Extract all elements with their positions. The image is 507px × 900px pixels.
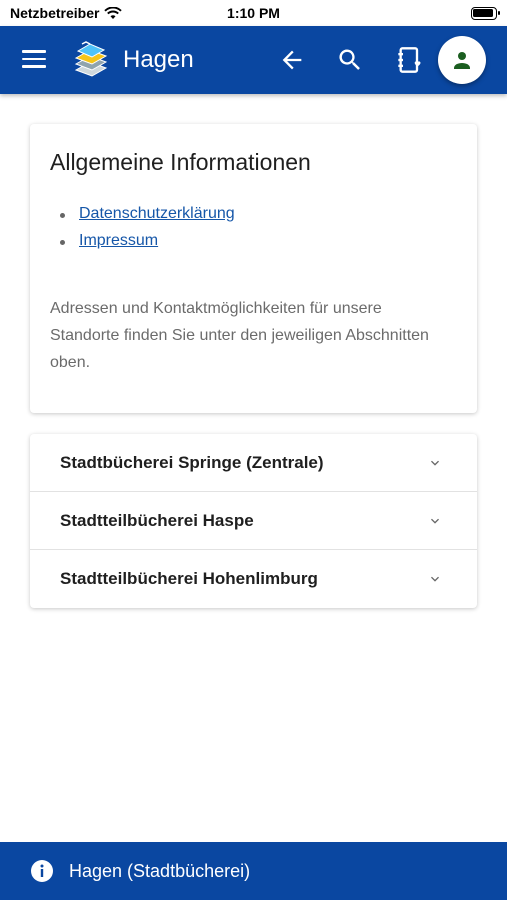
- status-time: 1:10 PM: [227, 5, 280, 21]
- imprint-link[interactable]: Impressum: [79, 232, 158, 249]
- location-springe[interactable]: Stadtbücherei Springe (Zentrale): [30, 434, 477, 492]
- account-button[interactable]: [438, 36, 486, 84]
- location-name: Stadtbücherei Springe (Zentrale): [60, 453, 324, 472]
- chevron-down-icon: [431, 518, 439, 524]
- search-icon[interactable]: [336, 46, 364, 74]
- library-selector-bar[interactable]: Hagen (Stadtbücherei): [0, 842, 507, 900]
- list-item: Impressum: [60, 231, 235, 258]
- chevron-down-icon: [431, 576, 439, 582]
- general-info-heading: Allgemeine Informationen: [50, 149, 311, 175]
- location-name: Stadtteilbücherei Hohenlimburg: [60, 569, 318, 588]
- list-item: Datenschutzerklärung: [60, 204, 235, 231]
- info-links-list: Datenschutzerklärung Impressum: [60, 204, 235, 258]
- app-bar: Hagen: [0, 26, 507, 94]
- location-name: Stadtteilbücherei Haspe: [60, 511, 254, 530]
- locations-accordion: Stadtbücherei Springe (Zentrale) Stadtte…: [30, 434, 477, 608]
- info-text: Adressen und Kontaktmöglichkeiten für un…: [50, 300, 429, 371]
- menu-button[interactable]: [22, 50, 46, 70]
- status-bar: Netzbetreiber 1:10 PM: [0, 0, 507, 26]
- general-info-card: Allgemeine Informationen Datenschutzerkl…: [30, 124, 477, 413]
- library-logo: [74, 41, 108, 77]
- battery-icon: [471, 7, 500, 20]
- location-haspe[interactable]: Stadtteilbücherei Haspe: [30, 492, 477, 550]
- chevron-down-icon: [431, 460, 439, 466]
- info-icon: [31, 860, 53, 882]
- app-title: Hagen: [123, 46, 194, 73]
- account-icon: [454, 52, 470, 69]
- library-name: Hagen (Stadtbücherei): [69, 861, 251, 881]
- arrow-back-icon[interactable]: [278, 46, 306, 74]
- library-card-icon[interactable]: [396, 46, 424, 74]
- privacy-link[interactable]: Datenschutzerklärung: [79, 205, 235, 222]
- location-hohenlimburg[interactable]: Stadtteilbücherei Hohenlimburg: [30, 550, 477, 608]
